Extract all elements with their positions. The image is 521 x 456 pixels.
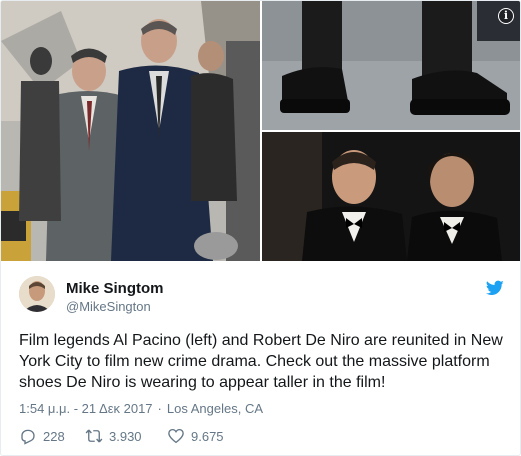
twitter-bird-icon[interactable] (486, 280, 504, 296)
avatar-icon[interactable] (19, 276, 55, 312)
heart-icon (168, 428, 184, 444)
tweet-media-grid: i (1, 1, 520, 261)
reply-icon (21, 429, 35, 445)
reply-button[interactable]: 228 (19, 426, 65, 446)
vintage-photo[interactable] (262, 132, 520, 261)
meta-separator: · (157, 401, 162, 416)
shoes-photo[interactable]: i (262, 1, 520, 130)
like-button[interactable]: 9.675 (167, 426, 224, 446)
tweet-text: Film legends Al Pacino (left) and Robert… (19, 332, 503, 391)
reply-count: 228 (43, 428, 65, 444)
tweet-header: Mike Singtom @MikeSington (19, 276, 504, 320)
tweet-location[interactable]: Los Angeles, CA (167, 401, 263, 416)
set-photo[interactable] (1, 1, 260, 261)
retweet-count: 3.930 (109, 428, 142, 444)
retweet-icon (85, 429, 103, 443)
like-count: 9.675 (191, 428, 224, 444)
tweet-meta: 1:54 μ.μ. - 21 Δεκ 2017 · Los Angeles, CA (19, 401, 263, 416)
author-name[interactable]: Mike Singtom (66, 280, 164, 297)
tweet-card: i Mike Singtom @MikeSington Film legends… (0, 0, 521, 456)
author-handle[interactable]: @MikeSington (66, 299, 151, 314)
retweet-button[interactable]: 3.930 (85, 426, 142, 446)
tweet-timestamp[interactable]: 1:54 μ.μ. - 21 Δεκ 2017 (19, 401, 153, 416)
info-icon[interactable]: i (498, 8, 514, 24)
